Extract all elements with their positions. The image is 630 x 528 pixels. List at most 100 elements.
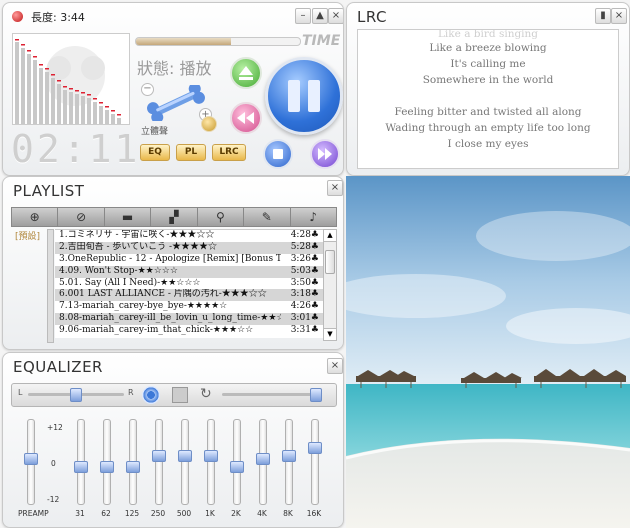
preset-knob[interactable] [310,388,322,402]
music-note-icon[interactable]: ♪ [291,208,336,226]
eq-slider-1k[interactable] [204,419,218,505]
eq-slider-500[interactable] [178,419,192,505]
eq-slider-16k[interactable] [308,419,322,505]
lyric-line [358,88,618,104]
eq-band-label: 16K [306,509,322,518]
player-window: 長度: 3:44 – ▲ × 02:11 TIME 狀態: 播放 − + 立體聲… [2,2,344,176]
lrc-button[interactable]: LRC [212,144,246,161]
eject-button[interactable] [230,57,262,89]
pl-button[interactable]: PL [176,144,206,161]
playlist-category[interactable]: [預設] [15,229,40,242]
eq-band-label: 125 [124,509,140,518]
list-item[interactable]: 4.09. Won't Stop-★★☆☆☆ 5:03♣ [55,265,323,278]
lyric-line: Feeling bitter and twisted all along [394,106,582,118]
balance-slider[interactable] [28,388,124,402]
eq-enable-icon[interactable] [142,386,160,404]
preset-slider[interactable] [222,388,322,402]
eq-knob[interactable] [74,460,88,473]
eq-band-label: 500 [176,509,192,518]
eq-knob[interactable] [282,449,296,462]
ontop-button[interactable]: ▲ [312,8,328,24]
pause-icon [288,80,320,112]
list-item[interactable]: 7.13-mariah_carey-bye_bye-★★★★☆ 4:26♣ [55,301,323,314]
eq-knob[interactable] [256,453,270,466]
eq-band-label: 4K [257,509,267,518]
rewind-icon [237,112,254,124]
eq-band-label: 8K [283,509,293,518]
balance-right-label: R [128,388,134,397]
spectrum-bars [15,39,121,124]
eq-slider-8k[interactable] [282,419,296,505]
eq-slider-125[interactable] [126,419,140,505]
eject-icon [239,66,253,80]
play-pause-button[interactable] [265,57,343,135]
eq-knob[interactable] [126,460,140,473]
eq-knob[interactable] [100,460,114,473]
eq-knob[interactable] [24,453,38,466]
status-label: 狀態: 播放 [137,59,212,78]
next-button[interactable] [310,139,340,169]
list-item[interactable]: 2.吉田旬吾 - 歩いていこう -★★★★☆ 5:28♣ [55,241,323,254]
list-icon[interactable]: ▬ [105,208,152,226]
fast-forward-icon [318,148,332,160]
eq-scale-mid: 0 [51,459,56,468]
playlist-items: 1.コミネリサ - 宇宙に咲く-★★★☆☆ 4:28♣ 2.吉田旬吾 - 歩いてい… [55,229,323,338]
eq-slider-preamp[interactable] [24,419,38,505]
list-item[interactable]: 8.08-mariah_carey-ill_be_lovin_u_long_ti… [55,313,323,326]
eq-slider-250[interactable] [152,419,166,505]
save-preset-icon[interactable] [172,387,188,403]
scroll-thumb[interactable] [325,250,335,274]
eq-band-label: 31 [75,509,85,518]
balance-knob[interactable] [70,388,82,402]
balance-left-label: L [18,388,23,397]
edit-icon[interactable]: ✎ [244,208,291,226]
reset-icon[interactable]: ↻ [200,386,212,402]
eq-knob[interactable] [230,460,244,473]
eq-slider-31[interactable] [74,419,88,505]
eq-button[interactable]: EQ [140,144,170,161]
eq-slider-2k[interactable] [230,419,244,505]
remove-icon[interactable]: ⊘ [58,208,105,226]
eq-slider-62[interactable] [100,419,114,505]
eq-close-button[interactable]: × [327,358,343,374]
eq-band-label: 1K [205,509,215,518]
stop-button[interactable] [263,139,293,169]
scroll-up-icon[interactable]: ▲ [324,230,336,242]
volume-slider[interactable] [143,85,209,121]
minimize-button[interactable]: – [295,8,311,24]
list-item[interactable]: 5.01. Say (All I Need)-★★☆☆☆ 3:50♣ [55,277,323,290]
lrc-lock-button[interactable]: ▮ [595,8,611,24]
list-divider[interactable] [47,229,54,343]
lrc-close-button[interactable]: × [611,8,627,24]
beach-image [346,176,630,528]
eq-knob[interactable] [308,442,322,455]
playlist-scrollbar[interactable]: ▲ ▼ [323,229,337,341]
list-item[interactable]: 3.OneRepublic - 12 - Apologize [Remix] [… [55,253,323,266]
eq-slider-4k[interactable] [256,419,270,505]
scroll-down-icon[interactable]: ▼ [324,328,336,340]
track-length: 長度: 3:44 [31,11,85,24]
desktop-wallpaper [346,176,630,528]
search-icon[interactable]: ⚲ [198,208,245,226]
eq-knob[interactable] [204,449,218,462]
previous-button[interactable] [230,102,262,134]
lyric-line: Like a breeze blowing [429,42,547,54]
lyric-line: Wading through an empty life too long [385,122,591,134]
eq-band-label: 2K [231,509,241,518]
progress-bar[interactable] [135,37,301,46]
surround-label: 立體聲 [141,127,169,137]
lyrics-window: LRC ▮ × Like a bird singing Like a breez… [346,2,630,176]
list-item[interactable]: 6.001 LAST ALLIANCE - 片隅の汚れ-★★★☆☆ 3:18♣ [55,289,323,302]
eq-knob[interactable] [152,449,166,462]
repeat-toggle[interactable] [201,116,217,132]
eq-toolbar: L R ↻ [11,383,337,407]
equalizer-title: EQUALIZER [13,358,103,376]
playlist-close-button[interactable]: × [327,180,343,196]
list-item[interactable]: 1.コミネリサ - 宇宙に咲く-★★★☆☆ 4:28♣ [55,230,323,242]
close-button[interactable]: × [328,8,343,24]
sort-icon[interactable]: ▞ [151,208,198,226]
eq-knob[interactable] [178,449,192,462]
equalizer-window: EQUALIZER × L R ↻ +12 0 -12 PREAMP 31 62 12… [2,352,344,528]
list-item[interactable]: 9.06-mariah_carey-im_that_chick-★★★☆☆ 3:3… [55,325,323,338]
add-icon[interactable]: ⊕ [12,208,59,226]
